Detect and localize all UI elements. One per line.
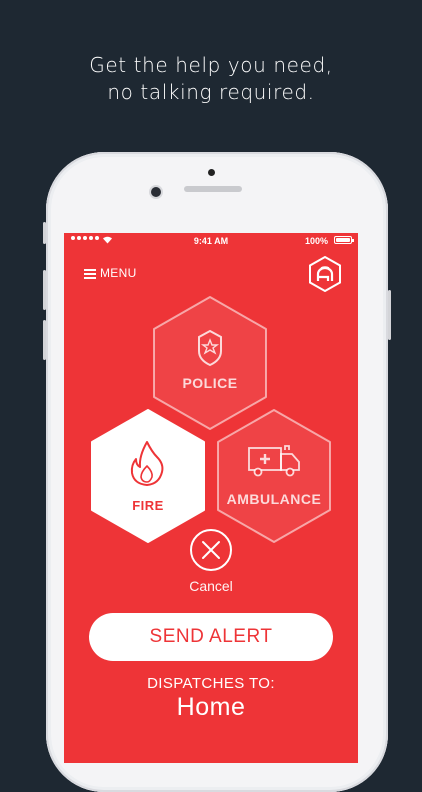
ambulance-hexagon <box>217 409 331 543</box>
power-button <box>388 290 391 340</box>
menu-label: MENU <box>100 266 137 280</box>
tagline-line-2: no talking required. <box>107 80 315 104</box>
app-screen: 9:41 AM 100% MENU POLICE AMBULANCE FIRE … <box>64 233 358 763</box>
battery-percent: 100% <box>304 236 328 246</box>
dispatch-label: DISPATCHES TO: <box>147 675 275 692</box>
cancel-label: Cancel <box>189 578 233 594</box>
hamburger-icon <box>84 268 96 279</box>
fire-option[interactable]: FIRE <box>86 406 210 546</box>
close-icon <box>202 541 220 559</box>
status-bar: 9:41 AM 100% <box>64 233 358 248</box>
ambulance-option[interactable]: AMBULANCE <box>212 406 336 546</box>
send-alert-button[interactable]: SEND ALERT <box>89 613 333 661</box>
proximity-sensor <box>208 169 215 176</box>
fire-label: FIRE <box>132 498 164 513</box>
dispatch-location[interactable]: Home <box>64 693 358 722</box>
battery-icon <box>334 236 354 244</box>
ambulance-label: AMBULANCE <box>226 491 322 507</box>
menu-button[interactable]: MENU <box>84 266 137 280</box>
tagline-line-1: Get the help you need, <box>89 53 333 77</box>
fire-hexagon <box>91 409 205 543</box>
front-camera <box>151 187 161 197</box>
police-label: POLICE <box>182 375 238 391</box>
app-logo-icon[interactable] <box>307 256 343 292</box>
tagline: Get the help you need, no talking requir… <box>0 52 422 106</box>
cancel-button[interactable] <box>189 528 233 572</box>
earpiece-speaker <box>184 186 242 192</box>
